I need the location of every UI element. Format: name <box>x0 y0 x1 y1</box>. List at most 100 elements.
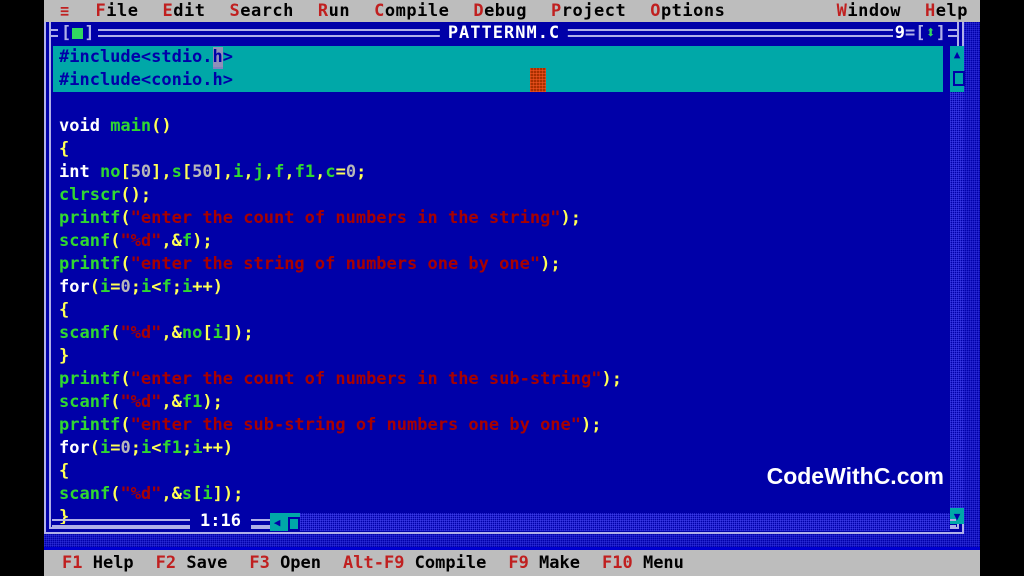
text-caret: h <box>212 47 223 69</box>
code-token-id: s <box>171 162 182 182</box>
code-token-kw: void <box>59 116 111 136</box>
close-box-icon <box>72 28 84 39</box>
window-number: 9 <box>894 23 906 43</box>
code-line[interactable]: scanf("%d",&f); <box>53 230 943 253</box>
function-key-compile[interactable]: Alt-F9 Compile <box>343 553 486 573</box>
code-token-id: f <box>161 277 172 297</box>
code-line[interactable]: clrscr(); <box>53 184 943 207</box>
code-token-punct: ,& <box>161 231 182 251</box>
code-token-punct: ( <box>110 484 121 504</box>
menu-item-help[interactable]: Help <box>913 1 980 21</box>
code-token-id: scanf <box>59 323 111 343</box>
close-bracket-right: ] <box>84 23 95 43</box>
code-token-num: 0 <box>120 277 131 297</box>
function-key-bar: F1 Help F2 Save F3 Open Alt-F9 Compile F9 Ma… <box>44 550 980 576</box>
code-line[interactable]: int no[50],s[50],i,j,f,f1,c=0; <box>53 161 943 184</box>
code-token-punct: ); <box>202 392 223 412</box>
window-title-bar[interactable]: [] PATTERNM.C 9=[⬍] <box>44 22 964 46</box>
code-token-id: i <box>99 438 111 458</box>
code-token-id: printf <box>59 415 121 435</box>
menu-item-project[interactable]: Project <box>539 1 638 21</box>
code-line[interactable]: printf("enter the count of numbers in th… <box>53 207 943 230</box>
code-token-punct: = <box>110 277 121 297</box>
zoom-icon[interactable]: ⬍ <box>926 23 936 43</box>
code-line[interactable]: scanf("%d",&f1); <box>53 391 943 414</box>
code-token-punct: ; <box>171 277 182 297</box>
function-key-label: F1 <box>62 553 93 573</box>
horizontal-scroll-thumb[interactable] <box>284 513 300 531</box>
code-token-id: i <box>202 484 213 504</box>
window-number-and-zoom[interactable]: 9=[⬍] <box>892 23 948 43</box>
system-menu-icon[interactable]: ≡ <box>44 3 84 19</box>
code-token-str: "%d" <box>120 392 162 412</box>
function-key-make[interactable]: F9 Make <box>508 553 580 573</box>
code-token-punct: ( <box>89 438 100 458</box>
menu-items-left: File Edit Search Run Compile Debug Project Opti… <box>84 1 738 21</box>
function-key-description: Open <box>280 553 322 573</box>
function-key-menu[interactable]: F10 Menu <box>602 553 684 573</box>
code-token-punct: [ <box>202 323 213 343</box>
code-token-id: i <box>233 162 244 182</box>
menu-item-run[interactable]: Run <box>306 1 362 21</box>
code-token-kw: int <box>59 162 100 182</box>
code-token-id: c <box>325 162 336 182</box>
code-token-pre: > <box>222 47 234 67</box>
vertical-scrollbar[interactable]: ▲ ▼ <box>950 46 965 524</box>
code-line[interactable] <box>53 92 943 115</box>
menu-item-debug[interactable]: Debug <box>461 1 539 21</box>
code-token-id: printf <box>59 254 121 274</box>
code-token-id: scanf <box>59 392 111 412</box>
menu-item-file[interactable]: File <box>84 1 151 21</box>
code-token-id: i <box>212 323 223 343</box>
cursor-position-indicator: 1:16 <box>190 511 251 532</box>
code-token-id: i <box>192 438 203 458</box>
function-key-open[interactable]: F3 Open <box>249 553 321 573</box>
scroll-up-arrow-icon[interactable]: ▲ <box>950 46 964 62</box>
code-line[interactable]: for(i=0;i<f;i++) <box>53 276 943 299</box>
code-line[interactable]: { <box>53 138 943 161</box>
code-line[interactable]: printf("enter the string of numbers one … <box>53 253 943 276</box>
window-close-button[interactable]: [] <box>58 24 98 43</box>
code-token-str: "enter the sub-string of numbers one by … <box>130 415 582 435</box>
code-editor[interactable]: #include<stdio.h> #include<conio.h> void … <box>53 46 943 524</box>
code-token-id: scanf <box>59 484 111 504</box>
code-token-id: clrscr <box>59 185 121 205</box>
horizontal-scrollbar[interactable]: ◀ <box>270 513 950 531</box>
code-token-punct: = <box>335 162 346 182</box>
code-token-id: i <box>181 277 193 297</box>
code-token-punct: ,& <box>161 484 182 504</box>
code-token-punct: ], <box>151 162 172 182</box>
code-token-punct: , <box>315 162 326 182</box>
function-key-save[interactable]: F2 Save <box>156 553 228 573</box>
code-line[interactable]: printf("enter the count of numbers in th… <box>53 368 943 391</box>
menu-item-compile[interactable]: Compile <box>362 1 461 21</box>
code-line[interactable]: void main() <box>53 115 943 138</box>
code-line[interactable]: printf("enter the sub-string of numbers … <box>53 414 943 437</box>
code-token-punct: ]); <box>212 484 244 504</box>
code-line[interactable]: for(i=0;i<f1;i++) <box>53 437 943 460</box>
code-token-punct: ], <box>212 162 234 182</box>
function-key-label: F3 <box>249 553 281 573</box>
scroll-left-arrow-icon[interactable]: ◀ <box>270 513 284 531</box>
code-line[interactable]: #include<conio.h> <box>53 69 943 92</box>
menu-item-options[interactable]: Options <box>638 1 737 21</box>
code-token-punct: ( <box>120 369 131 389</box>
code-line[interactable]: { <box>53 299 943 322</box>
code-line[interactable]: scanf("%d",&no[i]); <box>53 322 943 345</box>
code-token-id: f1 <box>294 162 316 182</box>
code-line[interactable]: } <box>53 345 943 368</box>
vertical-scroll-thumb[interactable] <box>950 62 965 92</box>
code-token-id: j <box>253 162 264 182</box>
function-key-help[interactable]: F1 Help <box>62 553 134 573</box>
desktop: [] PATTERNM.C 9=[⬍] #include<stdio.h> #in… <box>44 22 980 548</box>
code-token-str: "enter the string of numbers one by one" <box>130 254 541 274</box>
menu-item-edit[interactable]: Edit <box>151 1 218 21</box>
menu-item-window[interactable]: Window <box>825 1 913 21</box>
code-token-punct: ++) <box>202 438 234 458</box>
code-line[interactable]: #include<stdio.h> <box>53 46 943 69</box>
zoom-bracket-left: =[ <box>905 23 926 43</box>
code-token-id: scanf <box>59 231 111 251</box>
menu-items-right: Window Help <box>825 1 980 21</box>
menu-item-search[interactable]: Search <box>217 1 305 21</box>
code-token-punct: ]); <box>222 323 254 343</box>
